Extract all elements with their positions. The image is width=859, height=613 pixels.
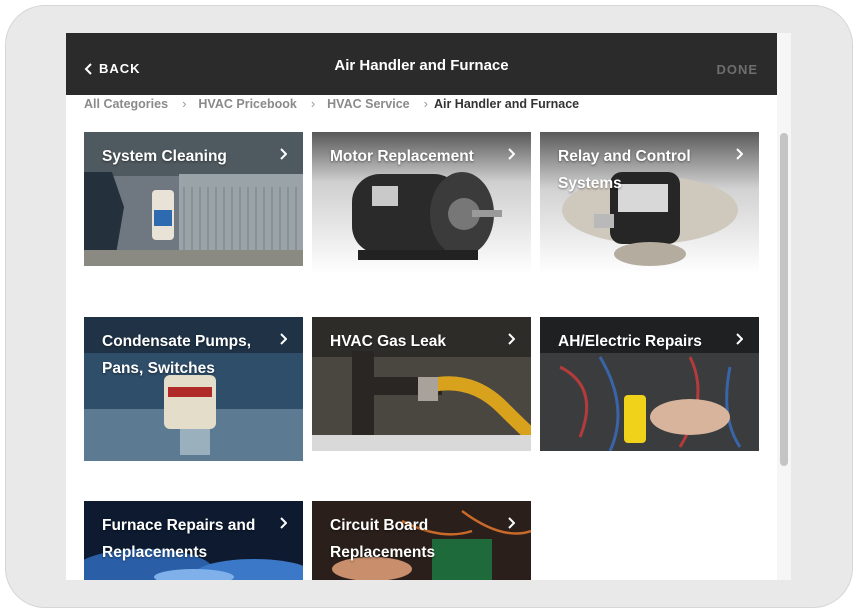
category-tile-condensate-pumps[interactable]: Condensate Pumps, Pans, Switches [84,317,303,461]
page-title: Air Handler and Furnace [334,57,509,74]
tile-label: Furnace Repairs and Replacements [102,517,256,561]
scrollbar-thumb[interactable] [780,133,788,466]
category-tile-furnace-repairs[interactable]: Furnace Repairs and Replacements [84,501,303,580]
chevron-right-icon [508,517,515,529]
chevron-right-icon [280,333,287,345]
chevron-right-icon [508,333,515,345]
tile-label: Motor Replacement [330,148,474,165]
chevron-right-icon [736,333,743,345]
breadcrumb: All Categories › HVAC Pricebook › HVAC S… [84,96,579,111]
tile-label: Relay and Control Systems [558,148,691,192]
category-tile-circuit-board-replacements[interactable]: Circuit Board Replacements [312,501,531,580]
category-tile-motor-replacement[interactable]: Motor Replacement [312,132,531,274]
scrollbar[interactable] [777,33,791,580]
app-screen: BACK Air Handler and Furnace DONE All Ca… [66,33,791,580]
category-tile-hvac-gas-leak[interactable]: HVAC Gas Leak [312,317,531,451]
tile-label: System Cleaning [102,148,227,165]
done-button[interactable]: DONE [716,62,758,77]
chevron-right-icon [280,517,287,529]
category-tile-system-cleaning[interactable]: System Cleaning [84,132,303,266]
category-tile-relay-and-control-systems[interactable]: Relay and Control Systems [540,132,759,274]
tile-label: HVAC Gas Leak [330,333,447,350]
breadcrumb-hvac-pricebook[interactable]: HVAC Pricebook [198,97,296,111]
tile-label: AH/Electric Repairs [558,333,702,350]
breadcrumb-current: Air Handler and Furnace [433,96,580,111]
breadcrumb-all-categories[interactable]: All Categories [84,97,168,111]
tile-label: Circuit Board Replacements [330,517,436,561]
tile-label: Condensate Pumps, Pans, Switches [102,333,251,377]
breadcrumb-separator-icon: › [423,96,428,111]
breadcrumb-hvac-service[interactable]: HVAC Service [327,97,409,111]
chevron-right-icon [736,148,743,160]
breadcrumb-separator-icon: › [182,96,187,111]
breadcrumb-separator-icon: › [310,96,316,111]
chevron-right-icon [508,148,515,160]
category-tile-ah-electric-repairs[interactable]: AH/Electric Repairs [540,317,759,451]
top-navigation-bar: BACK Air Handler and Furnace DONE [66,33,777,95]
chevron-right-icon [280,148,287,160]
